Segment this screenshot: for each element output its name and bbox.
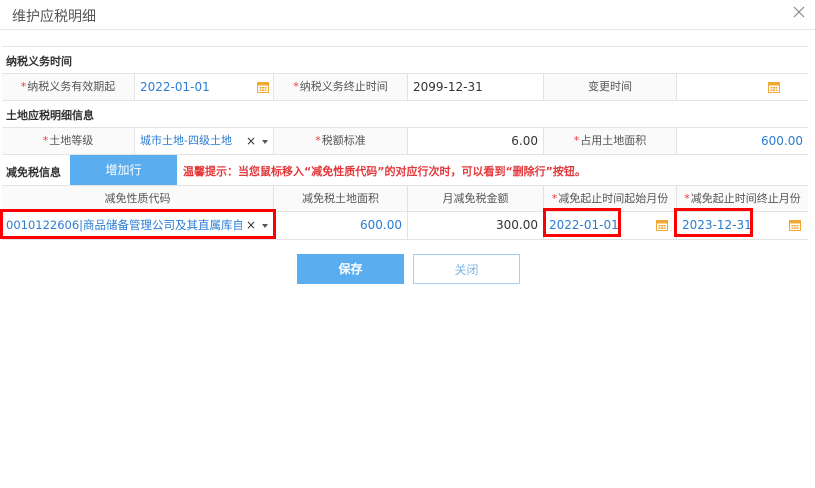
close-icon[interactable] [791,4,807,20]
monthly-amount-field: 300.00 [408,212,544,239]
land-area-field[interactable]: 600.00 [677,128,808,154]
end-date-value: 2099-12-31 [413,80,483,94]
section-title-exemption: 减免税信息 [6,166,61,179]
col-exemption-area: 减免税土地面积 [274,186,408,211]
exemption-area-field[interactable]: 600.00 [274,212,408,239]
land-area-value[interactable]: 600.00 [756,134,808,148]
tax-period-row: *纳税义务有效期起 2022-01-01 *纳税义务终止时间 2099-12-3… [2,74,808,101]
land-grade-select[interactable]: 城市土地-四级土地 × [135,128,274,154]
hint-text: 温馨提示：当您鼠标移入“减免性质代码”的对应行次时，可以看到“删除行”按钮。 [183,165,586,178]
exemption-area-value[interactable]: 600.00 [355,218,407,232]
add-row-button[interactable]: 增加行 [70,155,177,185]
save-button[interactable]: 保存 [297,254,404,284]
highlight-start-month [543,208,621,237]
end-date-label: *纳税义务终止时间 [274,74,408,100]
dialog-titlebar: 维护应税明细 [0,0,815,30]
section-exemption-header: 减免税信息 增加行 温馨提示：当您鼠标移入“减免性质代码”的对应行次时，可以看到… [2,155,808,186]
cancel-button[interactable]: 关闭 [413,254,520,284]
col-monthly-amount: 月减免税金额 [408,186,544,211]
section-tax-period-header: 纳税义务时间 [2,47,808,74]
start-date-label: *纳税义务有效期起 [2,74,135,100]
monthly-amount-value: 300.00 [496,218,538,232]
tax-rate-label: *税额标准 [274,128,408,154]
calendar-icon[interactable] [656,219,668,231]
calendar-icon[interactable] [257,81,269,93]
tax-rate-value: 6.00 [511,134,538,148]
clear-icon[interactable]: × [246,128,256,154]
section-title-tax-period: 纳税义务时间 [6,55,72,68]
calendar-icon[interactable] [789,219,801,231]
highlight-exemption-code [0,209,276,239]
section-land-detail-header: 土地应税明细信息 [2,101,808,128]
change-date-field[interactable] [677,74,808,100]
land-area-label: *占用土地面积 [544,128,677,154]
start-date-field[interactable]: 2022-01-01 [135,74,274,100]
col-exemption-code: 减免性质代码 [2,186,274,211]
highlight-end-month [674,208,753,237]
section-title-land-detail: 土地应税明细信息 [6,109,94,122]
land-detail-row: *土地等级 城市土地-四级土地 × *税额标准 6.00 *占用土地面积 600… [2,128,808,155]
change-date-value[interactable] [677,80,687,94]
end-date-field: 2099-12-31 [408,74,544,100]
dialog-title: 维护应税明细 [12,9,96,25]
tax-rate-field: 6.00 [408,128,544,154]
change-date-label: 变更时间 [544,74,677,100]
calendar-icon[interactable] [768,81,780,93]
dropdown-arrow-icon[interactable] [262,140,268,144]
land-grade-value[interactable]: 城市土地-四级土地 [140,128,240,154]
start-date-value[interactable]: 2022-01-01 [135,80,215,94]
land-grade-label: *土地等级 [2,128,135,154]
